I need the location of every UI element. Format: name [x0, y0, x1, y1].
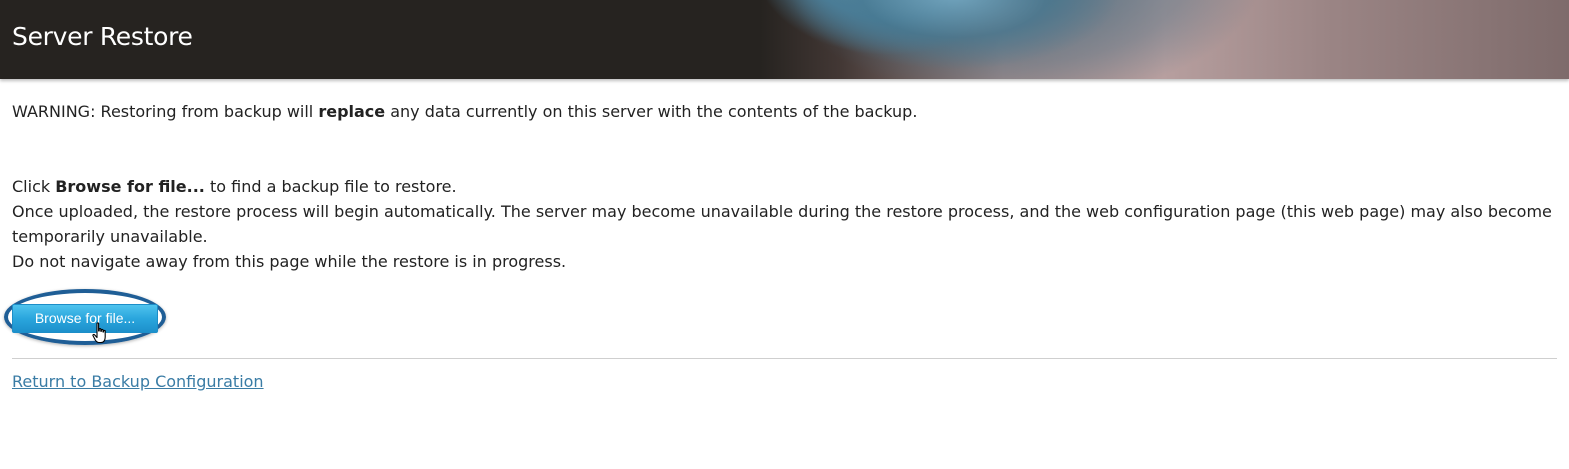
section-divider: [12, 358, 1557, 359]
instruction-1-prefix: Click: [12, 177, 56, 196]
page-title: Server Restore: [12, 22, 193, 51]
warning-message: WARNING: Restoring from backup will repl…: [12, 99, 1557, 124]
warning-bold: replace: [318, 102, 386, 121]
page-header: Server Restore: [0, 0, 1569, 79]
main-content: WARNING: Restoring from backup will repl…: [0, 99, 1569, 394]
header-banner-image: [760, 0, 1569, 79]
browse-for-file-button[interactable]: Browse for file...: [12, 304, 158, 333]
instruction-1-bold: Browse for file...: [55, 177, 205, 196]
return-to-backup-configuration-link[interactable]: Return to Backup Configuration: [12, 369, 264, 394]
instruction-1-suffix: to find a backup file to restore.: [204, 177, 457, 196]
instruction-line-1: Click Browse for file... to find a backu…: [12, 174, 1557, 199]
instruction-line-2: Once uploaded, the restore process will …: [12, 202, 1552, 246]
restore-instructions: Click Browse for file... to find a backu…: [12, 174, 1557, 274]
hand-pointer-icon: [92, 322, 106, 344]
browse-button-area: Browse for file...: [4, 289, 1557, 346]
warning-prefix: WARNING: Restoring from backup will: [12, 102, 319, 121]
instruction-line-3: Do not navigate away from this page whil…: [12, 252, 567, 271]
warning-suffix: any data currently on this server with t…: [385, 102, 918, 121]
